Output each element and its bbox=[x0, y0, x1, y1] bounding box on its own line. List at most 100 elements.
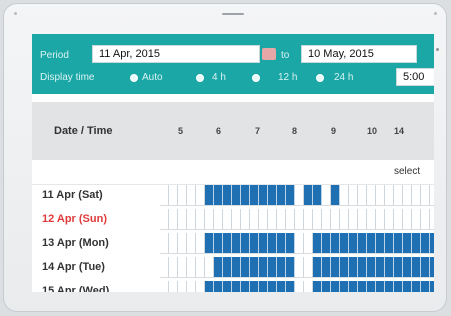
slot-booked[interactable] bbox=[367, 233, 376, 254]
slot-booked[interactable] bbox=[268, 257, 277, 278]
slot-free[interactable] bbox=[205, 209, 214, 230]
slot-free[interactable] bbox=[295, 257, 304, 278]
slot-free[interactable] bbox=[169, 281, 178, 292]
slot-free[interactable] bbox=[385, 185, 394, 206]
slot-booked[interactable] bbox=[394, 281, 403, 292]
slot-free[interactable] bbox=[340, 185, 349, 206]
slot-free[interactable] bbox=[358, 185, 367, 206]
slot-booked[interactable] bbox=[340, 257, 349, 278]
slot-booked[interactable] bbox=[223, 185, 232, 206]
slot-free[interactable] bbox=[178, 185, 187, 206]
slot-booked[interactable] bbox=[241, 257, 250, 278]
radio-4h[interactable] bbox=[196, 74, 204, 82]
slot-booked[interactable] bbox=[259, 185, 268, 206]
slot-booked[interactable] bbox=[412, 281, 421, 292]
slot-free[interactable] bbox=[169, 257, 178, 278]
slot-free[interactable] bbox=[412, 209, 421, 230]
slot-free[interactable] bbox=[286, 209, 295, 230]
slot-booked[interactable] bbox=[385, 233, 394, 254]
slot-booked[interactable] bbox=[421, 233, 430, 254]
slot-booked[interactable] bbox=[205, 185, 214, 206]
slot-free[interactable] bbox=[250, 209, 259, 230]
slot-booked[interactable] bbox=[358, 281, 367, 292]
slot-free[interactable] bbox=[430, 185, 434, 206]
slot-free[interactable] bbox=[169, 233, 178, 254]
slot-booked[interactable] bbox=[259, 257, 268, 278]
slot-free[interactable] bbox=[295, 209, 304, 230]
slot-booked[interactable] bbox=[214, 233, 223, 254]
slot-booked[interactable] bbox=[394, 257, 403, 278]
select-link[interactable]: select bbox=[394, 166, 420, 177]
slot-free[interactable] bbox=[259, 209, 268, 230]
calendar-icon[interactable] bbox=[262, 48, 276, 60]
slot-booked[interactable] bbox=[376, 257, 385, 278]
slot-booked[interactable] bbox=[250, 257, 259, 278]
slot-booked[interactable] bbox=[313, 185, 322, 206]
slot-free[interactable] bbox=[178, 281, 187, 292]
slot-free[interactable] bbox=[394, 185, 403, 206]
slot-booked[interactable] bbox=[268, 233, 277, 254]
slot-free[interactable] bbox=[187, 233, 196, 254]
slot-booked[interactable] bbox=[430, 233, 434, 254]
slot-free[interactable] bbox=[304, 281, 313, 292]
slot-booked[interactable] bbox=[313, 233, 322, 254]
slot-booked[interactable] bbox=[349, 281, 358, 292]
slot-booked[interactable] bbox=[331, 233, 340, 254]
slot-free[interactable] bbox=[304, 209, 313, 230]
slot-booked[interactable] bbox=[349, 257, 358, 278]
slot-booked[interactable] bbox=[286, 281, 295, 292]
slot-booked[interactable] bbox=[277, 257, 286, 278]
slot-free[interactable] bbox=[376, 185, 385, 206]
slot-free[interactable] bbox=[322, 185, 331, 206]
slot-free[interactable] bbox=[268, 209, 277, 230]
slot-free[interactable] bbox=[340, 209, 349, 230]
slot-booked[interactable] bbox=[259, 281, 268, 292]
slot-free[interactable] bbox=[358, 209, 367, 230]
slot-booked[interactable] bbox=[376, 281, 385, 292]
slot-free[interactable] bbox=[412, 185, 421, 206]
slot-booked[interactable] bbox=[322, 281, 331, 292]
slot-booked[interactable] bbox=[403, 281, 412, 292]
slot-free[interactable] bbox=[196, 281, 205, 292]
slot-booked[interactable] bbox=[322, 233, 331, 254]
slot-free[interactable] bbox=[430, 209, 434, 230]
slot-free[interactable] bbox=[187, 185, 196, 206]
slot-free[interactable] bbox=[169, 209, 178, 230]
slot-free[interactable] bbox=[160, 257, 169, 278]
slot-free[interactable] bbox=[178, 233, 187, 254]
slot-free[interactable] bbox=[421, 209, 430, 230]
slot-free[interactable] bbox=[349, 209, 358, 230]
slot-free[interactable] bbox=[196, 257, 205, 278]
radio-24h[interactable] bbox=[316, 74, 324, 82]
slot-free[interactable] bbox=[331, 209, 340, 230]
slot-booked[interactable] bbox=[340, 233, 349, 254]
slot-free[interactable] bbox=[403, 185, 412, 206]
slot-free[interactable] bbox=[160, 209, 169, 230]
slot-free[interactable] bbox=[403, 209, 412, 230]
slot-booked[interactable] bbox=[286, 233, 295, 254]
slot-free[interactable] bbox=[223, 209, 232, 230]
slot-free[interactable] bbox=[160, 233, 169, 254]
slot-free[interactable] bbox=[313, 209, 322, 230]
slot-booked[interactable] bbox=[223, 257, 232, 278]
slot-booked[interactable] bbox=[214, 281, 223, 292]
slot-booked[interactable] bbox=[286, 257, 295, 278]
slot-booked[interactable] bbox=[358, 233, 367, 254]
slot-booked[interactable] bbox=[349, 233, 358, 254]
slot-booked[interactable] bbox=[331, 257, 340, 278]
slot-free[interactable] bbox=[304, 257, 313, 278]
slot-free[interactable] bbox=[421, 185, 430, 206]
slot-booked[interactable] bbox=[205, 233, 214, 254]
slot-free[interactable] bbox=[232, 209, 241, 230]
radio-12h[interactable] bbox=[252, 74, 260, 82]
slot-booked[interactable] bbox=[232, 281, 241, 292]
slot-free[interactable] bbox=[241, 209, 250, 230]
slot-booked[interactable] bbox=[358, 257, 367, 278]
slot-free[interactable] bbox=[295, 281, 304, 292]
slot-booked[interactable] bbox=[286, 185, 295, 206]
slot-free[interactable] bbox=[178, 209, 187, 230]
slot-booked[interactable] bbox=[322, 257, 331, 278]
slot-booked[interactable] bbox=[403, 257, 412, 278]
slot-booked[interactable] bbox=[277, 281, 286, 292]
slot-booked[interactable] bbox=[340, 281, 349, 292]
